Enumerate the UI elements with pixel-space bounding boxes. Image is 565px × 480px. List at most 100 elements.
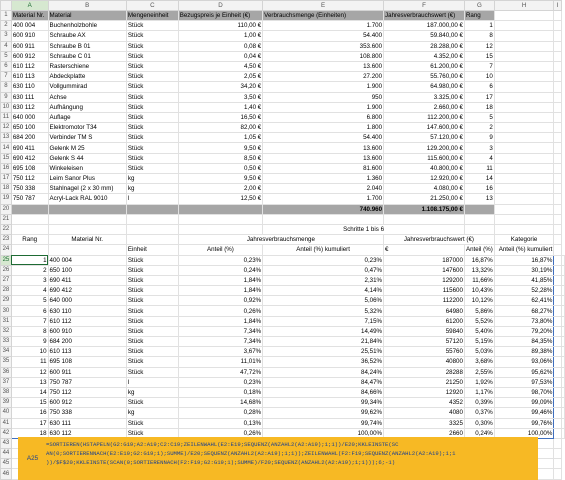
result-cell[interactable]: 16,87% [463, 254, 495, 266]
result-cell[interactable]: 0,47% [262, 264, 385, 276]
kategorie-cell[interactable] [553, 366, 562, 378]
table-cell[interactable]: 15 [463, 50, 495, 62]
table-cell[interactable]: 59.840,00 € [383, 30, 465, 42]
result-cell[interactable]: Stück [125, 264, 179, 276]
row-header-30[interactable]: 30 [0, 305, 12, 317]
table-cell[interactable]: 54.400 [262, 30, 385, 42]
row-header-44[interactable]: 44 [0, 448, 12, 460]
empty-cell[interactable] [553, 448, 562, 460]
result-cell[interactable]: Stück [125, 335, 179, 348]
table-cell[interactable]: 9 [463, 132, 495, 144]
table-cell[interactable]: 3,50 € [177, 91, 264, 103]
result-cell[interactable]: 5,86% [463, 305, 495, 317]
empty-cell[interactable] [553, 111, 562, 124]
result-cell[interactable]: 99,62% [262, 407, 385, 419]
table-cell[interactable]: 40.800,00 € [383, 162, 465, 175]
empty-cell[interactable] [553, 468, 562, 480]
result-cell[interactable]: 0,13% [177, 417, 264, 429]
kategorie-cell[interactable] [553, 417, 562, 429]
result-cell[interactable]: Stück [125, 417, 179, 429]
result-cell[interactable]: 16,87% [493, 254, 555, 266]
table-cell[interactable]: 12.920,00 € [383, 172, 465, 185]
table-cell[interactable]: Acryl-Lack RAL 9010 [47, 193, 127, 205]
table-cell[interactable]: 684 200 [10, 132, 49, 144]
total-cell[interactable] [125, 203, 179, 215]
row-header-32[interactable]: 32 [0, 325, 12, 338]
table-cell[interactable]: 12 [463, 40, 495, 52]
empty-cell[interactable] [561, 264, 565, 276]
table-cell[interactable]: 4.352,00 € [383, 50, 465, 62]
result-cell[interactable]: 0,23% [262, 254, 385, 266]
result-cell[interactable]: 1,84% [177, 315, 264, 327]
table-cell[interactable]: 4 [463, 152, 495, 164]
table-cell[interactable]: 4.080,00 € [383, 183, 465, 195]
result-cell[interactable]: 600 911 [47, 366, 127, 378]
table-cell[interactable]: Stück [125, 142, 179, 154]
result-cell[interactable]: 1,84% [177, 285, 264, 297]
row-header-24[interactable]: 24 [0, 244, 12, 256]
empty-cell[interactable] [493, 213, 555, 225]
empty-cell[interactable] [463, 223, 495, 236]
empty-cell[interactable] [553, 71, 562, 83]
row-header-31[interactable]: 31 [0, 315, 12, 327]
column-header-g[interactable]: G [463, 0, 495, 11]
empty-cell[interactable] [561, 274, 565, 287]
row-header-20[interactable]: 20 [0, 203, 12, 215]
table-cell[interactable]: 13.600 [262, 142, 385, 154]
table-cell[interactable]: Auflage [47, 111, 127, 124]
rang-cell[interactable]: 14 [10, 386, 49, 399]
empty-cell[interactable] [561, 315, 565, 327]
table-cell[interactable]: 1,00 € [177, 30, 264, 42]
table-cell[interactable]: 34,20 € [177, 81, 264, 93]
row-header-19[interactable]: 19 [0, 193, 12, 205]
kategorie-cell[interactable] [553, 376, 562, 388]
empty-cell[interactable] [553, 122, 562, 134]
table-cell[interactable]: Stück [125, 111, 179, 124]
table-cell[interactable]: 600 910 [10, 30, 49, 42]
table-cell[interactable]: 630 110 [10, 81, 49, 93]
result-cell[interactable]: 129200 [383, 274, 465, 287]
result-cell[interactable]: Stück [125, 315, 179, 327]
empty-cell[interactable] [553, 183, 562, 195]
empty-cell[interactable] [553, 142, 562, 154]
table-cell[interactable]: 8,50 € [177, 152, 264, 164]
result-cell[interactable]: 684 200 [47, 335, 127, 348]
row-header-43[interactable]: 43 [0, 437, 12, 450]
total-value[interactable]: 1.108.175,00 € [383, 203, 465, 215]
table-cell[interactable]: 110,00 € [177, 20, 264, 32]
result-cell[interactable]: 13,32% [463, 264, 495, 276]
table-cell[interactable]: 21.250,00 € [383, 193, 465, 205]
result-cell[interactable]: 115600 [383, 285, 465, 297]
empty-cell[interactable] [553, 152, 562, 164]
table-cell[interactable]: Stück [125, 122, 179, 134]
table-cell[interactable]: 0,50 € [177, 162, 264, 175]
table-header-cell[interactable]: Verbrauchsmenge (Einheiten) [262, 9, 385, 22]
rang-cell[interactable]: 8 [10, 325, 49, 338]
empty-cell[interactable] [561, 346, 565, 358]
row-header-41[interactable]: 41 [0, 417, 12, 429]
row-header-28[interactable]: 28 [0, 285, 12, 297]
kategorie-cell[interactable] [553, 285, 562, 297]
result-cell[interactable]: 84,66% [262, 386, 385, 399]
rang-cell[interactable]: 15 [10, 397, 49, 409]
table-cell[interactable]: 1.360 [262, 172, 385, 185]
table-cell[interactable]: 630 111 [10, 91, 49, 103]
empty-cell[interactable] [561, 356, 565, 368]
result-cell[interactable]: 0,26% [177, 305, 264, 317]
empty-cell[interactable] [553, 132, 562, 144]
table-header-cell[interactable]: Rang [463, 9, 495, 22]
table-cell[interactable]: 10 [463, 71, 495, 83]
result-cell[interactable]: Stück [125, 356, 179, 368]
table-cell[interactable]: 82,00 € [177, 122, 264, 134]
table-cell[interactable]: 1,40 € [177, 101, 264, 113]
empty-cell[interactable] [561, 305, 565, 317]
result-cell[interactable]: 68,27% [493, 305, 555, 317]
empty-cell[interactable] [493, 162, 555, 175]
table-cell[interactable]: 0,04 € [177, 50, 264, 62]
empty-cell[interactable] [553, 20, 562, 32]
kategorie-cell[interactable] [553, 386, 562, 399]
rang-cell[interactable]: 13 [10, 376, 49, 388]
table-cell[interactable]: 9,50 € [177, 142, 264, 154]
row-header-1[interactable]: 1 [0, 9, 12, 22]
result-cell[interactable]: 630 110 [47, 305, 127, 317]
